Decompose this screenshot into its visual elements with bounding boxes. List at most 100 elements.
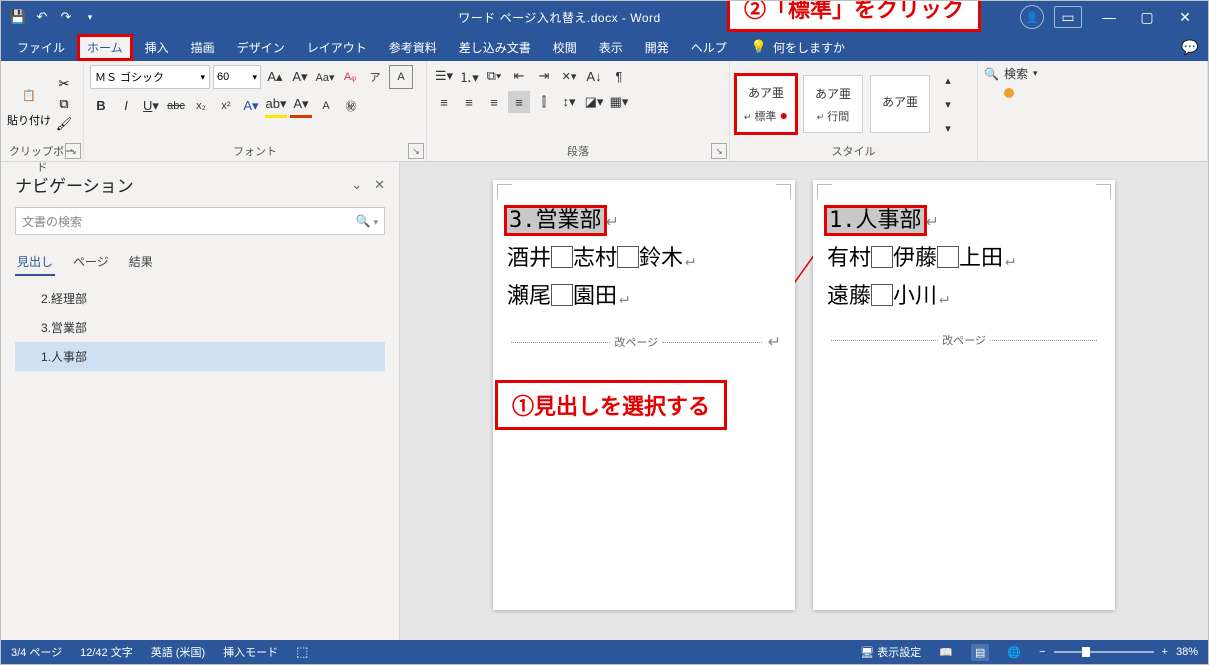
phonetic-icon[interactable]: ア — [364, 66, 386, 88]
redo-icon[interactable]: ↷ — [57, 8, 75, 26]
shrink-font-icon[interactable]: A▾ — [289, 66, 311, 88]
change-case-icon[interactable]: Aa▾ — [314, 66, 336, 88]
undo-icon[interactable]: ↶ — [33, 8, 51, 26]
align-center-icon[interactable]: ≡ — [458, 91, 480, 113]
tab-file[interactable]: ファイル — [7, 34, 75, 61]
subscript-button[interactable]: x₂ — [190, 95, 212, 117]
nav-item[interactable]: 3.営業部 — [15, 313, 385, 342]
ribbon-display-icon[interactable]: ▭ — [1054, 6, 1082, 28]
tab-help[interactable]: ヘルプ — [681, 34, 737, 61]
status-words[interactable]: 12/42 文字 — [80, 644, 133, 660]
zoom-in-icon[interactable]: + — [1162, 646, 1168, 658]
tab-design[interactable]: デザイン — [227, 34, 295, 61]
bullets-icon[interactable]: ☰▾ — [433, 65, 455, 87]
superscript-button[interactable]: x² — [215, 95, 237, 117]
format-painter-icon[interactable]: 🖌 — [55, 116, 73, 132]
nav-tab-pages[interactable]: ページ — [71, 249, 111, 276]
minimize-button[interactable]: — — [1090, 4, 1128, 30]
cut-icon[interactable]: ✂ — [55, 76, 73, 92]
strike-button[interactable]: abc — [165, 95, 187, 117]
qat-dropdown-icon[interactable]: ▾ — [81, 8, 99, 26]
italic-button[interactable]: I — [115, 95, 137, 117]
justify-icon[interactable]: ≡ — [508, 91, 530, 113]
enclose-char-icon[interactable]: ㊙ — [340, 95, 362, 117]
grow-font-icon[interactable]: A▴ — [264, 66, 286, 88]
nav-item[interactable]: 2.経理部 — [15, 284, 385, 313]
tab-insert[interactable]: 挿入 — [135, 34, 179, 61]
font-size-select[interactable]: 60▾ — [213, 65, 261, 89]
copy-icon[interactable]: ⧉ — [55, 96, 73, 112]
doc-line[interactable]: 遠藤小川↵ — [827, 278, 1101, 310]
nav-item[interactable]: 1.人事部 — [15, 342, 385, 371]
style-more-icon[interactable]: ▾ — [937, 117, 959, 139]
numbering-icon[interactable]: ⒈▾ — [458, 65, 480, 87]
close-button[interactable]: ✕ — [1166, 4, 1204, 30]
clear-format-icon[interactable]: Aᵩ — [339, 66, 361, 88]
doc-heading[interactable]: 3.営業部 — [507, 208, 604, 233]
line-spacing-icon[interactable]: ↕▾ — [558, 91, 580, 113]
maximize-button[interactable]: ▢ — [1128, 4, 1166, 30]
share-icon[interactable]: 💬 — [1178, 37, 1202, 57]
indent-inc-icon[interactable]: ⇥ — [533, 65, 555, 87]
find-button[interactable]: 🔍 検索 ▾ — [984, 65, 1038, 82]
tab-review[interactable]: 校閲 — [543, 34, 587, 61]
paste-button[interactable]: 📋 貼り付け — [7, 80, 51, 128]
font-launcher-icon[interactable]: ↘ — [408, 143, 424, 159]
shading-icon[interactable]: ◪▾ — [583, 91, 605, 113]
tab-draw[interactable]: 描画 — [181, 34, 225, 61]
bold-button[interactable]: B — [90, 95, 112, 117]
view-web-icon[interactable]: 🌐 — [1007, 646, 1021, 659]
accessibility-icon[interactable]: ⬚ — [296, 644, 308, 660]
nav-tab-headings[interactable]: 見出し — [15, 249, 55, 276]
style-nospace[interactable]: あア亜 ↵ 行間 — [803, 75, 863, 133]
doc-line[interactable]: 酒井志村鈴木↵ — [507, 240, 781, 272]
tab-view[interactable]: 表示 — [589, 34, 633, 61]
chevron-down-icon[interactable]: ▾ — [373, 217, 378, 227]
distribute-icon[interactable]: ⫿ — [533, 91, 555, 113]
display-settings[interactable]: 🖥 表示設定 — [860, 644, 921, 660]
zoom-out-icon[interactable]: − — [1039, 646, 1045, 658]
doc-line[interactable]: 瀬尾園田↵ — [507, 278, 781, 310]
style-scroll-up-icon[interactable]: ▴ — [937, 69, 959, 91]
align-right-icon[interactable]: ≡ — [483, 91, 505, 113]
zoom-control[interactable]: − + 38% — [1039, 646, 1198, 658]
show-marks-icon[interactable]: ¶ — [608, 65, 630, 87]
doc-line[interactable]: 有村伊藤上田↵ — [827, 240, 1101, 272]
sort-icon[interactable]: A↓ — [583, 65, 605, 87]
tab-references[interactable]: 参考資料 — [379, 34, 447, 61]
nav-collapse-icon[interactable]: ⌄ — [351, 177, 362, 193]
user-avatar-icon[interactable]: 👤 — [1020, 5, 1044, 29]
char-border-icon[interactable]: A — [389, 65, 413, 89]
borders-icon[interactable]: ▦▾ — [608, 91, 630, 113]
status-page[interactable]: 3/4 ページ — [11, 644, 62, 660]
tab-layout[interactable]: レイアウト — [297, 34, 377, 61]
status-language[interactable]: 英語 (米国) — [151, 644, 205, 660]
style-normal[interactable]: あア亜 ↵ 標準 ● — [736, 75, 796, 133]
clipboard-launcher-icon[interactable]: ↘ — [65, 143, 81, 159]
align-left-icon[interactable]: ≡ — [433, 91, 455, 113]
tab-home[interactable]: ホーム — [77, 34, 133, 61]
underline-button[interactable]: U▾ — [140, 95, 162, 117]
indent-dec-icon[interactable]: ⇤ — [508, 65, 530, 87]
view-print-icon[interactable]: ▤ — [971, 644, 989, 661]
nav-tab-results[interactable]: 結果 — [127, 249, 155, 276]
save-icon[interactable]: 💾 — [9, 8, 27, 26]
font-color-icon[interactable]: A▾ — [290, 93, 312, 118]
multilevel-icon[interactable]: ⧉▾ — [483, 65, 505, 87]
style-heading1[interactable]: あア亜 — [870, 75, 930, 133]
tab-mailings[interactable]: 差し込み文書 — [449, 34, 541, 61]
paragraph-launcher-icon[interactable]: ↘ — [711, 143, 727, 159]
font-name-select[interactable]: ＭＳ ゴシック▾ — [90, 65, 210, 89]
doc-heading[interactable]: 1.人事部 — [827, 208, 924, 233]
text-effects-icon[interactable]: A▾ — [240, 95, 262, 117]
status-mode[interactable]: 挿入モード — [223, 644, 278, 660]
tab-developer[interactable]: 開発 — [635, 34, 679, 61]
style-scroll-down-icon[interactable]: ▾ — [937, 93, 959, 115]
asian-dist-icon[interactable]: ✕▾ — [558, 65, 580, 87]
highlight-icon[interactable]: ab▾ — [265, 93, 287, 118]
view-read-icon[interactable]: 📖 — [939, 646, 953, 659]
tell-me[interactable]: 💡 何をしますか — [745, 35, 851, 60]
nav-close-icon[interactable]: ✕ — [374, 177, 385, 193]
char-shading-icon[interactable]: A — [315, 95, 337, 117]
zoom-value[interactable]: 38% — [1176, 646, 1198, 658]
